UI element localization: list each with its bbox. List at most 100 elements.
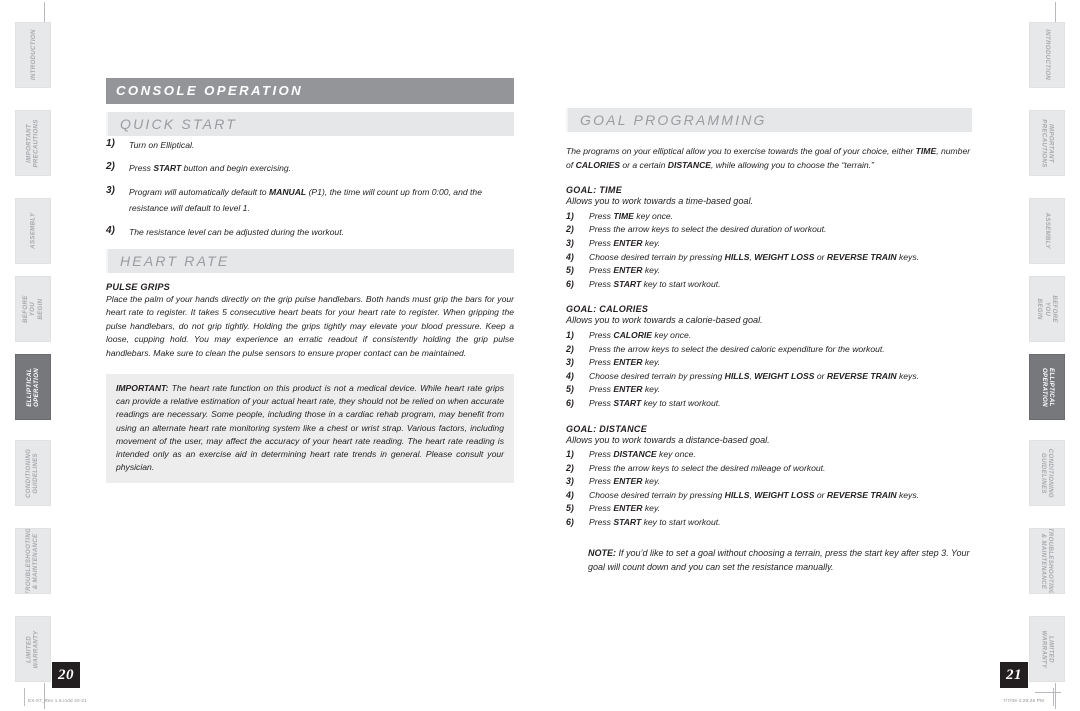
sidebar-item-introduction-right[interactable]: INTRODUCTION <box>1029 22 1065 88</box>
list-item-number: 3) <box>566 476 574 487</box>
important-notice-box: IMPORTANT: The heart rate function on th… <box>106 374 514 484</box>
list-item-number: 4) <box>566 489 574 500</box>
sidebar-item-troubleshooting-maintenance[interactable]: TROUBLESHOOTING & MAINTENANCE <box>15 528 51 594</box>
list-item-number: 4) <box>106 224 115 236</box>
list-item: 3) Press ENTER key. <box>566 356 972 370</box>
list-item: 6) Press START key to start workout. <box>566 278 972 292</box>
sidebar-item-conditioning-guidelines[interactable]: CONDITIONING GUIDELINES <box>15 440 51 506</box>
goal-group: GOAL: TIME Allows you to work towards a t… <box>566 185 972 291</box>
list-item-number: 6) <box>566 278 574 289</box>
sidebar-item-label: INTRODUCTION <box>29 29 37 81</box>
sidebar-item-label: ASSEMBLY <box>29 212 37 250</box>
page-spread: INTRODUCTION IMPORTANT PRECAUTIONS ASSEM… <box>0 0 1080 711</box>
list-item-number: 3) <box>566 357 574 368</box>
list-item-text: Press ENTER key. <box>589 237 661 248</box>
list-item: 6) Press START key to start workout. <box>566 397 972 411</box>
list-item-text: Press START button and begin exercising. <box>129 163 292 174</box>
list-item-number: 4) <box>566 370 574 381</box>
list-item-text: Press CALORIE key once. <box>589 329 692 340</box>
list-item: 1) Turn on Elliptical. <box>106 136 514 152</box>
sidebar-item-troubleshooting-maintenance-right[interactable]: TROUBLESHOOTING & MAINTENANCE <box>1029 528 1065 594</box>
footer-timestamp: 7/7/08 4:29:26 PM <box>1003 698 1044 703</box>
list-item-text: Turn on Elliptical. <box>129 140 195 150</box>
goal-groups: GOAL: TIME Allows you to work towards a t… <box>566 185 972 529</box>
sidebar-item-label: CONDITIONING GUIDELINES <box>25 448 41 498</box>
list-item-text: Press START key to start workout. <box>589 397 721 408</box>
subsection-header-quick-start: QUICK START <box>106 112 514 136</box>
list-item-text: Press TIME key once. <box>589 210 674 221</box>
sidebar-item-before-you-begin[interactable]: BEFORE YOU BEGIN <box>15 276 51 342</box>
important-notice-text: IMPORTANT: The heart rate function on th… <box>116 382 504 474</box>
pulse-grips-block: PULSE GRIPS Place the palm of your hands… <box>106 282 514 360</box>
sidebar-item-label: IMPORTANT PRECAUTIONS <box>1040 118 1055 168</box>
list-item: 6) Press START key to start workout. <box>566 516 972 530</box>
list-item-number: 6) <box>566 517 574 528</box>
list-item-text: Choose desired terrain by pressing HILLS… <box>589 489 920 500</box>
list-item-number: 4) <box>566 251 574 262</box>
list-item-number: 2) <box>106 161 115 173</box>
note-box: NOTE: If you’d like to set a goal withou… <box>588 546 972 574</box>
sidebar-item-conditioning-guidelines-right[interactable]: CONDITIONING GUIDELINES <box>1029 440 1065 506</box>
list-item-number: 1) <box>566 329 574 340</box>
sidebar-item-label: CONDITIONING GUIDELINES <box>1040 448 1055 498</box>
crop-mark-bottom-left <box>44 683 45 709</box>
pulse-grips-body: Place the palm of your hands directly on… <box>106 294 514 358</box>
list-item: 4) The resistance level can be adjusted d… <box>106 223 514 239</box>
list-item: 5) Press ENTER key. <box>566 264 972 278</box>
goal-group: GOAL: CALORIES Allows you to work towards… <box>566 304 972 410</box>
list-item-text: The resistance level can be adjusted dur… <box>129 226 344 237</box>
sidebar-item-introduction[interactable]: INTRODUCTION <box>15 22 51 88</box>
list-item-text: Press ENTER key. <box>589 357 661 368</box>
list-item-text: Press DISTANCE key once. <box>589 449 696 460</box>
sidebar-item-label: IMPORTANT PRECAUTIONS <box>25 118 41 168</box>
list-item: 2) Press the arrow keys to select the des… <box>566 343 972 357</box>
list-item-number: 2) <box>566 224 574 235</box>
goal-steps: 1) Press TIME key once. 2) Press the arrow … <box>566 210 972 292</box>
sidebar-item-before-you-begin-right[interactable]: BEFORE YOU BEGIN <box>1029 276 1065 342</box>
sidebar-item-limited-warranty[interactable]: LIMITED WARRANTY <box>15 616 51 682</box>
goal-heading: GOAL: CALORIES <box>566 304 649 315</box>
sidebar-tabs-left: INTRODUCTION IMPORTANT PRECAUTIONS ASSEM… <box>15 22 51 682</box>
list-item-number: 1) <box>566 210 574 221</box>
sidebar-item-label: TROUBLESHOOTING & MAINTENANCE <box>25 528 41 594</box>
list-item: 1) Press DISTANCE key once. <box>566 448 972 462</box>
sidebar-item-elliptical-operation-right[interactable]: ELLIPTICAL OPERATION <box>1029 354 1065 420</box>
sidebar-item-important-precautions[interactable]: IMPORTANT PRECAUTIONS <box>15 110 51 176</box>
list-item-text: Press START key to start workout. <box>589 517 721 528</box>
sidebar-item-label: BEFORE YOU BEGIN <box>1036 295 1059 323</box>
list-item-number: 6) <box>566 397 574 408</box>
important-label: IMPORTANT: <box>116 383 169 394</box>
list-item-text: Choose desired terrain by pressing HILLS… <box>589 251 920 262</box>
crop-mark-side-bottom <box>1035 692 1061 693</box>
list-item-text: Press ENTER key. <box>589 384 661 395</box>
goal-steps: 1) Press CALORIE key once. 2) Press the arr… <box>566 329 972 411</box>
list-item-text: Press ENTER key. <box>589 503 661 514</box>
list-item-text: Choose desired terrain by pressing HILLS… <box>589 370 920 381</box>
list-item-number: 5) <box>566 265 574 276</box>
sidebar-item-limited-warranty-right[interactable]: LIMITED WARRANTY <box>1029 616 1065 682</box>
goal-description: Allows you to work towards a distance-ba… <box>566 434 770 445</box>
sidebar-item-important-precautions-right[interactable]: IMPORTANT PRECAUTIONS <box>1029 110 1065 176</box>
list-item: 1) Press CALORIE key once. <box>566 329 972 343</box>
sidebar-item-label: LIMITED WARRANTY <box>1040 629 1055 669</box>
list-item-number: 3) <box>566 237 574 248</box>
goal-heading: GOAL: TIME <box>566 185 622 196</box>
goal-heading: GOAL: DISTANCE <box>566 423 648 434</box>
list-item-text: Press the arrow keys to select the desir… <box>589 462 826 473</box>
pulse-grips-heading: PULSE GRIPS <box>106 282 170 293</box>
list-item-number: 2) <box>566 343 574 354</box>
footer-rule-right <box>1053 688 1054 706</box>
list-item-number: 2) <box>566 462 574 473</box>
list-item: 4) Choose desired terrain by pressing HIL… <box>566 370 972 384</box>
sidebar-item-elliptical-operation[interactable]: ELLIPTICAL OPERATION <box>15 354 51 420</box>
list-item-number: 5) <box>566 503 574 514</box>
section-title-console-operation: CONSOLE OPERATION <box>106 78 514 104</box>
note-body: If you’d like to set a goal without choo… <box>588 547 970 572</box>
list-item: 3) Program will automatically default to … <box>106 183 514 216</box>
quick-start-steps: 1) Turn on Elliptical. 2) Press START butto… <box>106 136 514 239</box>
crop-mark-bottom-right <box>1055 683 1056 709</box>
list-item: 2) Press the arrow keys to select the des… <box>566 223 972 237</box>
sidebar-item-assembly[interactable]: ASSEMBLY <box>15 198 51 264</box>
sidebar-tabs-right: INTRODUCTION IMPORTANT PRECAUTIONS ASSEM… <box>1029 22 1065 682</box>
sidebar-item-assembly-right[interactable]: ASSEMBLY <box>1029 198 1065 264</box>
